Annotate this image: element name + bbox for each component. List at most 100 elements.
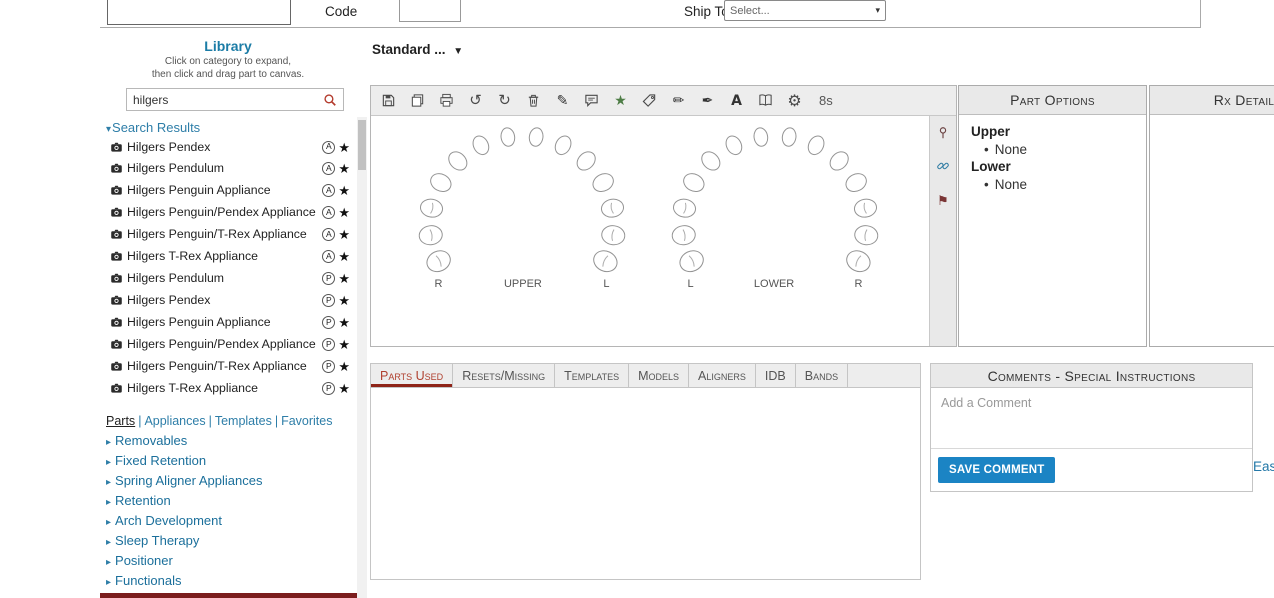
favorite-star-icon[interactable]: ★ <box>338 382 350 395</box>
tag-icon[interactable] <box>641 92 658 110</box>
pen-icon[interactable]: ✎ <box>554 92 571 110</box>
lower-arch[interactable]: L LOWER R <box>669 126 881 290</box>
favorite-star-icon[interactable]: ★ <box>338 184 350 197</box>
vertical-scrollbar[interactable] <box>357 117 367 598</box>
scrollbar-thumb[interactable] <box>358 120 366 170</box>
category-item[interactable]: ▸Fixed Retention <box>106 452 356 472</box>
type-badge: P <box>322 272 335 285</box>
delete-icon[interactable] <box>525 92 542 110</box>
book-icon[interactable] <box>757 92 774 110</box>
library-result-item[interactable]: Hilgers Penguin/Pendex ApplianceA★ <box>100 204 356 226</box>
library-result-item[interactable]: Hilgers T-Rex ApplianceP★ <box>100 380 356 402</box>
save-icon[interactable] <box>380 92 397 110</box>
library-result-item[interactable]: Hilgers T-Rex ApplianceA★ <box>100 248 356 270</box>
lower-arch-diagram <box>669 126 881 278</box>
category-label: Spring Aligner Appliances <box>115 473 262 488</box>
favorite-star-icon[interactable]: ★ <box>338 228 350 241</box>
library-nav-templates[interactable]: Templates <box>215 414 272 428</box>
category-item[interactable]: ▸Spring Aligner Appliances <box>106 472 356 492</box>
result-name: Hilgers Penguin/T-Rex Appliance <box>127 359 322 375</box>
library-nav-appliances[interactable]: Appliances <box>144 414 205 428</box>
camera-icon <box>110 206 123 224</box>
result-name: Hilgers T-Rex Appliance <box>127 381 322 397</box>
search-results-label: Search Results <box>112 120 200 135</box>
tab-idb[interactable]: IDB <box>756 364 796 387</box>
gear-icon[interactable]: ⚙ <box>786 92 803 110</box>
favorite-star-icon[interactable]: ★ <box>338 162 350 175</box>
chevron-right-icon: ▸ <box>106 577 111 588</box>
pencil-icon[interactable]: ✏ <box>670 92 687 110</box>
category-item[interactable]: ▸Functionals <box>106 572 356 592</box>
library-search-input[interactable] <box>127 93 317 107</box>
tab-templates[interactable]: Templates <box>555 364 629 387</box>
marker-icon[interactable]: ✒ <box>699 92 716 110</box>
upper-arch[interactable]: R UPPER L <box>416 126 628 290</box>
comment-actions: SAVE COMMENT <box>931 449 1252 491</box>
tab-bands[interactable]: Bands <box>796 364 848 387</box>
favorite-star-icon[interactable]: ★ <box>338 294 350 307</box>
tab-aligners[interactable]: Aligners <box>689 364 756 387</box>
favorite-star-icon[interactable]: ★ <box>338 141 350 154</box>
upper-left-label: R <box>435 278 443 290</box>
search-icon[interactable] <box>317 93 343 107</box>
library-instructions-line2: then click and drag part to canvas. <box>100 69 356 82</box>
save-comment-button[interactable]: SAVE COMMENT <box>938 457 1055 483</box>
camera-icon <box>110 382 123 400</box>
template-selector[interactable]: Standard ... ▼ <box>372 42 463 57</box>
star-icon[interactable]: ★ <box>612 92 629 110</box>
search-results-list: Hilgers PendexA★Hilgers PendulumA★Hilger… <box>100 138 356 402</box>
favorite-star-icon[interactable]: ★ <box>338 250 350 263</box>
flag-icon[interactable]: ⚑ <box>937 192 949 210</box>
favorite-star-icon[interactable]: ★ <box>338 206 350 219</box>
undo-icon[interactable]: ↺ <box>467 92 484 110</box>
parts-used-block: Parts UsedResets/MissingTemplatesModelsA… <box>370 363 921 580</box>
library-result-item[interactable]: Hilgers Penguin/Pendex ApplianceP★ <box>100 336 356 358</box>
tab-models[interactable]: Models <box>629 364 689 387</box>
pin-icon[interactable] <box>936 126 950 145</box>
header-text-input[interactable] <box>107 0 291 25</box>
library-nav-parts[interactable]: Parts <box>106 414 135 428</box>
favorite-star-icon[interactable]: ★ <box>338 316 350 329</box>
easyrx-link[interactable]: Eas <box>1253 459 1274 474</box>
type-badge: A <box>322 141 335 154</box>
library-result-item[interactable]: Hilgers Penguin/T-Rex ApplianceA★ <box>100 226 356 248</box>
type-badge: P <box>322 338 335 351</box>
print-icon[interactable] <box>438 92 455 110</box>
part-options-panel: Part Options Upper•NoneLower•None <box>958 85 1147 347</box>
text-icon[interactable]: A <box>728 92 745 110</box>
code-input[interactable] <box>399 0 461 22</box>
category-item[interactable]: ▸Retention <box>106 492 356 512</box>
redo-icon[interactable]: ↻ <box>496 92 513 110</box>
comment-input[interactable] <box>931 388 1252 449</box>
favorite-star-icon[interactable]: ★ <box>338 338 350 351</box>
result-name: Hilgers Pendex <box>127 140 322 156</box>
library-result-item[interactable]: Hilgers Penguin ApplianceA★ <box>100 182 356 204</box>
library-result-item[interactable]: Hilgers Penguin ApplianceP★ <box>100 314 356 336</box>
category-item[interactable]: ▸Positioner <box>106 552 356 572</box>
library-result-item[interactable]: Hilgers PendulumA★ <box>100 160 356 182</box>
library-result-item[interactable]: Hilgers PendulumP★ <box>100 270 356 292</box>
link-icon[interactable] <box>936 159 950 178</box>
library-nav-favorites[interactable]: Favorites <box>281 414 332 428</box>
favorite-star-icon[interactable]: ★ <box>338 272 350 285</box>
search-results-toggle[interactable]: ▾Search Results <box>106 120 356 135</box>
category-item[interactable]: ▸Removables <box>106 432 356 452</box>
rx-detail-panel: Rx Detail <box>1149 85 1274 347</box>
category-item[interactable]: ▸Sleep Therapy <box>106 532 356 552</box>
category-item[interactable]: ▸Arch Development <box>106 512 356 532</box>
camera-icon <box>110 162 123 180</box>
nav-separator: | <box>209 414 212 428</box>
comment-icon[interactable] <box>583 92 600 110</box>
tab-resets-missing[interactable]: Resets/Missing <box>453 364 555 387</box>
library-result-item[interactable]: Hilgers PendexA★ <box>100 138 356 160</box>
library-instructions: Click on category to expand, then click … <box>100 56 356 81</box>
tab-parts-used[interactable]: Parts Used <box>371 364 453 387</box>
copy-icon[interactable] <box>409 92 426 110</box>
design-canvas[interactable]: R UPPER L L LOWER R ⚑ <box>371 116 956 346</box>
favorite-star-icon[interactable]: ★ <box>338 360 350 373</box>
bullet-icon: • <box>984 142 989 157</box>
library-result-item[interactable]: Hilgers PendexP★ <box>100 292 356 314</box>
ship-to-select[interactable]: Select... ▾ <box>724 0 886 21</box>
library-result-item[interactable]: Hilgers Penguin/T-Rex ApplianceP★ <box>100 358 356 380</box>
category-label: Sleep Therapy <box>115 533 199 548</box>
